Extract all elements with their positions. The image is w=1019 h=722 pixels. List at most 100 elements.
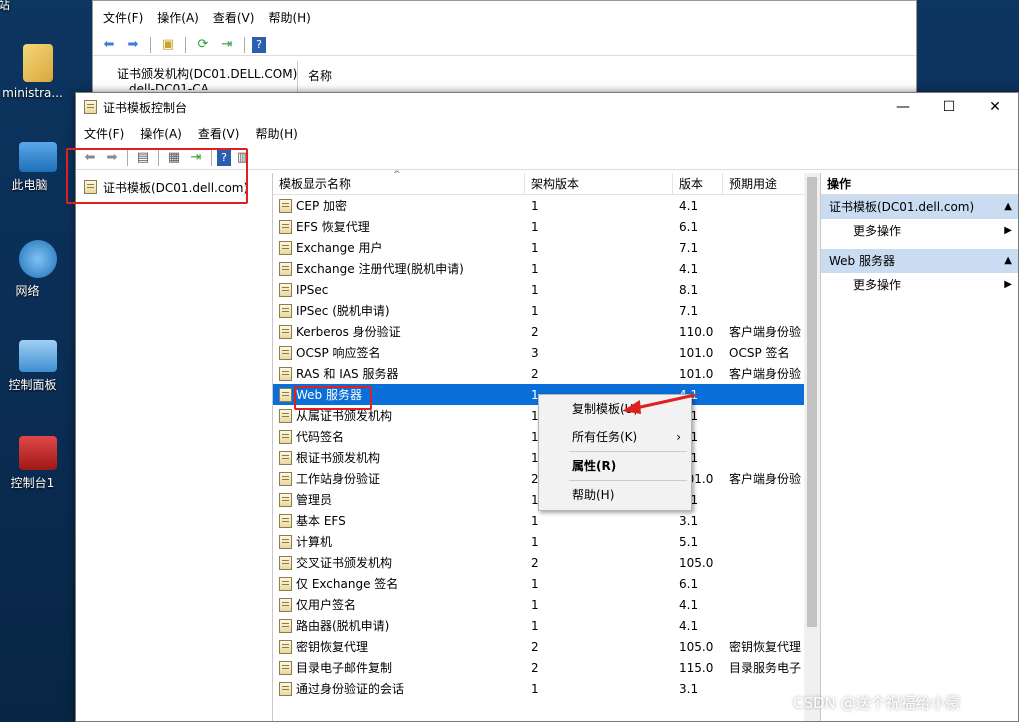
action-more-actions[interactable]: 更多操作 ▶	[821, 273, 1018, 297]
table-row[interactable]: 交叉证书颁发机构 2 105.0	[273, 552, 820, 573]
actions-section-templates[interactable]: 证书模板(DC01.dell.com) ▲	[821, 195, 1018, 219]
cell-version: 4.1	[679, 198, 699, 213]
collapse-up-icon[interactable]: ▲	[1004, 195, 1012, 219]
certificate-template-icon	[279, 618, 292, 633]
desktop-icon-user-folder[interactable]: ministra...	[0, 44, 75, 100]
bg-tree-item-sub[interactable]: dell-DC01-CA	[99, 82, 291, 90]
desktop-icon-recycle-bin[interactable]: 回收站	[0, 0, 75, 13]
template-name: Exchange 用户	[296, 241, 383, 255]
submenu-right-icon: ›	[676, 430, 681, 444]
template-name: 密钥恢复代理	[296, 640, 369, 654]
tree-pane: 证书模板(DC01.dell.com)	[76, 173, 273, 721]
refresh-icon[interactable]: ⟳	[193, 36, 213, 54]
table-row[interactable]: IPSec 1 8.1	[273, 279, 820, 300]
back-icon[interactable]: ⬅	[99, 36, 119, 54]
column-header-intended-purpose[interactable]: 预期用途	[723, 173, 805, 195]
cell-schema-version: 1	[531, 261, 539, 276]
maximize-button[interactable]: ☐	[926, 93, 972, 121]
certificate-template-icon	[279, 429, 292, 444]
forward-icon[interactable]: ➡	[123, 36, 143, 54]
desktop-icon-this-pc[interactable]: 此电脑	[0, 142, 75, 193]
user-folder-icon	[22, 44, 53, 82]
context-menu-duplicate-template[interactable]: 复制模板(U)	[539, 395, 691, 423]
cell-template-name: OCSP 响应签名	[273, 344, 525, 361]
close-button[interactable]: ✕	[972, 93, 1018, 121]
table-row[interactable]: Exchange 注册代理(脱机申请) 1 4.1	[273, 258, 820, 279]
cell-template-name: IPSec (脱机申请)	[273, 302, 525, 319]
menu-action[interactable]: 操作(A)	[140, 125, 182, 142]
help-icon[interactable]: ?	[252, 36, 266, 53]
cell-template-name: 基本 EFS	[273, 512, 525, 529]
menu-help[interactable]: 帮助(H)	[255, 125, 297, 142]
context-menu-properties[interactable]: 属性(R)	[539, 452, 691, 480]
bg-menu-file[interactable]: 文件(F)	[103, 9, 143, 26]
cell-intended-purpose: 目录服务电子	[729, 661, 802, 675]
desktop-icon-control-panel[interactable]: 控制面板	[0, 340, 75, 393]
certificate-template-icon	[279, 198, 292, 213]
table-row[interactable]: 通过身份验证的会话 1 3.1	[273, 678, 820, 699]
minimize-button[interactable]: —	[880, 93, 926, 121]
table-row[interactable]: OCSP 响应签名 3 101.0 OCSP 签名	[273, 342, 820, 363]
bg-menu-help[interactable]: 帮助(H)	[268, 9, 310, 26]
template-name: IPSec	[296, 282, 329, 297]
bg-menu-action[interactable]: 操作(A)	[157, 9, 199, 26]
cell-schema-version: 1	[531, 513, 539, 528]
template-name: 路由器(脱机申请)	[296, 619, 390, 633]
cell-template-name: 根证书颁发机构	[273, 449, 525, 466]
table-row[interactable]: 仅 Exchange 签名 1 6.1	[273, 573, 820, 594]
desktop-icon-console1[interactable]: 控制台1	[0, 436, 75, 491]
cell-template-name: 工作站身份验证	[273, 470, 525, 487]
certificate-template-icon	[279, 492, 292, 507]
table-row[interactable]: 计算机 1 5.1	[273, 531, 820, 552]
cell-intended-purpose: 客户端身份验	[729, 325, 802, 339]
cell-template-name: 密钥恢复代理	[273, 638, 525, 655]
vertical-scrollbar[interactable]	[804, 173, 820, 721]
bg-column-name[interactable]: 名称	[308, 69, 332, 83]
title-bar[interactable]: 证书模板控制台	[76, 93, 1018, 121]
submenu-right-icon: ▶	[1004, 279, 1012, 290]
cell-version: 3.1	[679, 681, 699, 696]
table-row[interactable]: 目录电子邮件复制 2 115.0 目录服务电子	[273, 657, 820, 678]
cell-template-name: 计算机	[273, 533, 525, 550]
table-row[interactable]: EFS 恢复代理 1 6.1	[273, 216, 820, 237]
table-row[interactable]: IPSec (脱机申请) 1 7.1	[273, 300, 820, 321]
table-row[interactable]: Kerberos 身份验证 2 110.0 客户端身份验	[273, 321, 820, 342]
table-row[interactable]: CEP 加密 1 4.1	[273, 195, 820, 216]
certificate-template-icon	[279, 408, 292, 423]
cell-version: 4.1	[679, 261, 699, 276]
template-name: 工作站身份验证	[296, 472, 381, 486]
table-row[interactable]: 基本 EFS 1 3.1	[273, 510, 820, 531]
table-row[interactable]: 路由器(脱机申请) 1 4.1	[273, 615, 820, 636]
desktop-icon-network[interactable]: 网络	[0, 240, 75, 299]
cell-schema-version: 1	[531, 219, 539, 234]
actions-header: 操作	[821, 173, 1018, 195]
cell-template-name: RAS 和 IAS 服务器	[273, 365, 525, 382]
menu-view[interactable]: 查看(V)	[198, 125, 240, 142]
cell-schema-version: 1	[531, 282, 539, 297]
background-window[interactable]: 文件(F) 操作(A) 查看(V) 帮助(H) ⬅ ➡ ▣ ⟳ ⇥ ? 证书颁发…	[92, 0, 917, 95]
template-name: Kerberos 身份验证	[296, 325, 401, 339]
action-label: 更多操作	[853, 278, 902, 292]
export-icon[interactable]: ⇥	[217, 36, 237, 54]
table-row[interactable]: RAS 和 IAS 服务器 2 101.0 客户端身份验	[273, 363, 820, 384]
bg-tree-item-ca[interactable]: 证书颁发机构(DC01.DELL.COM)	[99, 65, 297, 82]
cell-template-name: 目录电子邮件复制	[273, 659, 525, 676]
scrollbar-thumb[interactable]	[807, 177, 817, 627]
action-more-actions[interactable]: 更多操作 ▶	[821, 219, 1018, 243]
certificate-template-icon	[279, 282, 292, 297]
context-menu-all-tasks[interactable]: 所有任务(K) ›	[539, 423, 691, 451]
actions-section-web-server[interactable]: Web 服务器 ▲	[821, 249, 1018, 273]
bg-menu-view[interactable]: 查看(V)	[213, 9, 255, 26]
column-header-version[interactable]: 版本	[673, 173, 723, 195]
column-header-schema-version[interactable]: 架构版本	[525, 173, 673, 195]
menu-file[interactable]: 文件(F)	[84, 125, 124, 142]
context-menu-help[interactable]: 帮助(H)	[539, 481, 691, 509]
table-row[interactable]: 密钥恢复代理 2 105.0 密钥恢复代理	[273, 636, 820, 657]
certificate-template-icon	[279, 219, 292, 234]
cell-schema-version: 1	[531, 618, 539, 633]
table-row[interactable]: Exchange 用户 1 7.1	[273, 237, 820, 258]
up-folder-icon[interactable]: ▣	[158, 36, 178, 54]
collapse-up-icon[interactable]: ▲	[1004, 249, 1012, 273]
table-row[interactable]: 仅用户签名 1 4.1	[273, 594, 820, 615]
toolbar-separator	[150, 36, 151, 53]
